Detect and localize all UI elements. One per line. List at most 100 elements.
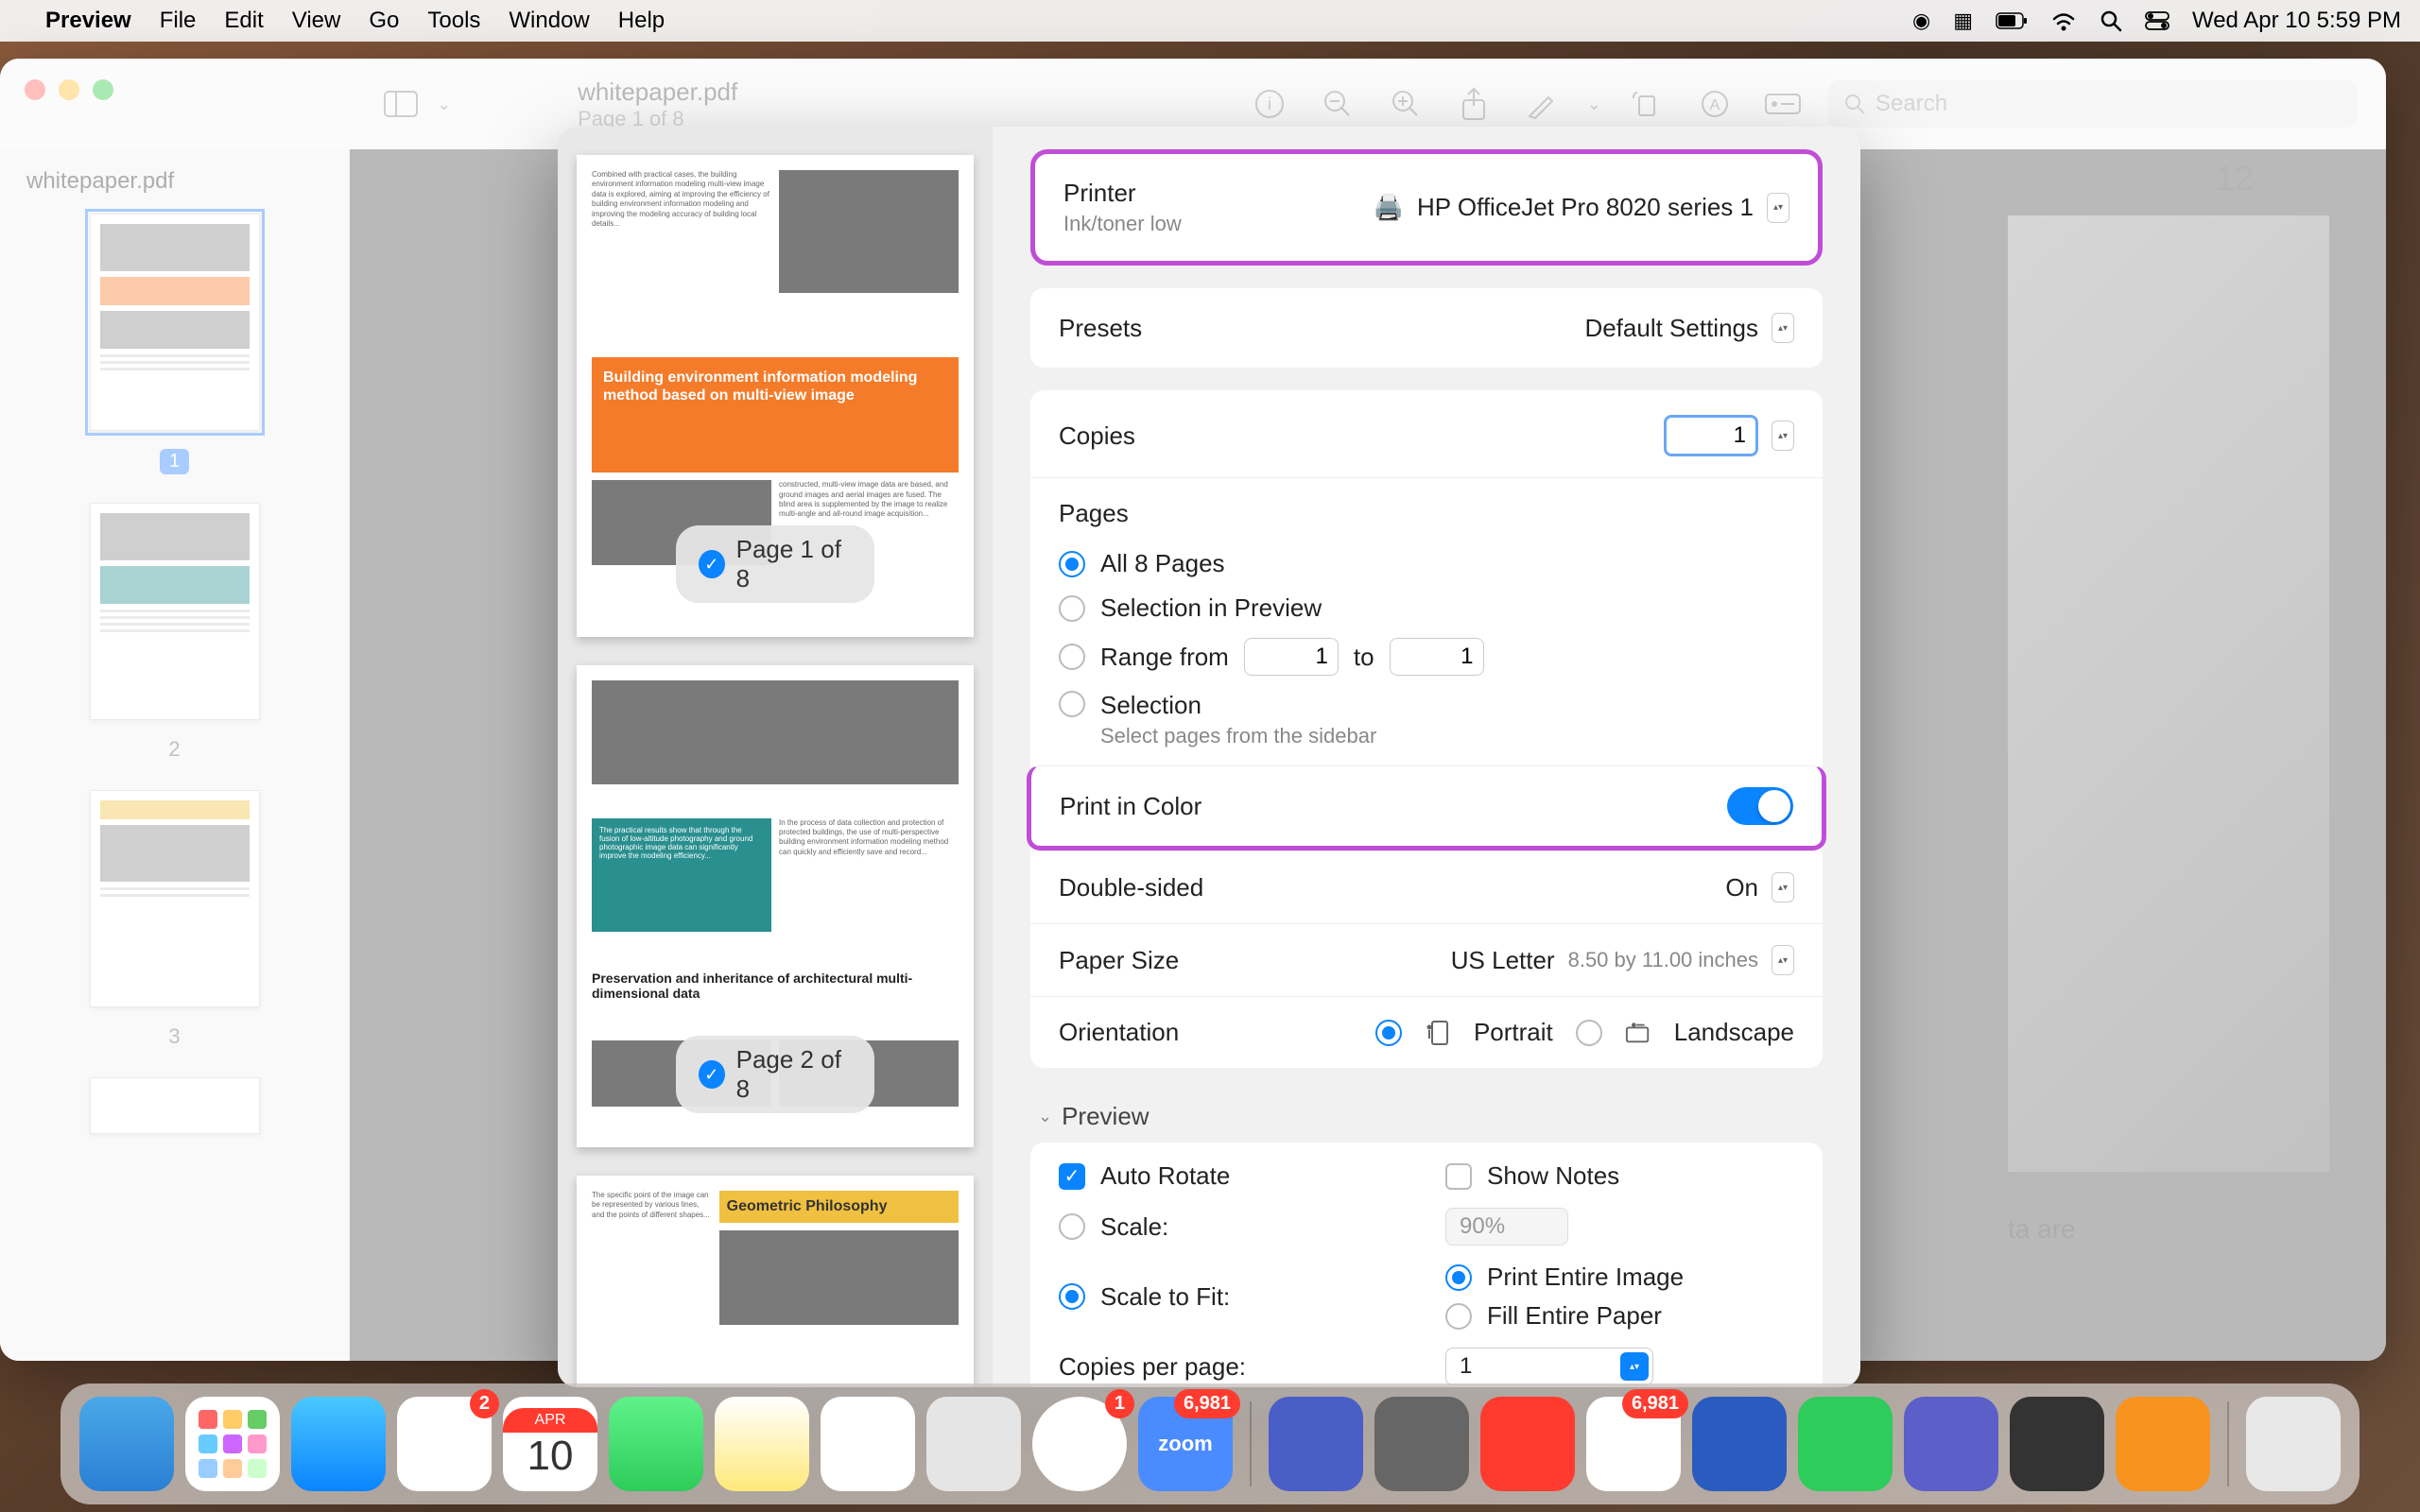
print-settings-column: Printer Ink/toner low 🖨️ HP OfficeJet Pr… xyxy=(993,127,1860,1387)
dock-settings[interactable] xyxy=(926,1397,1021,1491)
orientation-label: Orientation xyxy=(1059,1018,1179,1047)
print-preview-column: Combined with practical cases, the build… xyxy=(558,127,993,1387)
dock-app3[interactable] xyxy=(2010,1397,2104,1491)
presets-label: Presets xyxy=(1059,314,1142,343)
preview-options-group: Auto Rotate Show Notes Scale: Scale to F… xyxy=(1030,1143,1823,1387)
preview-page-3[interactable]: The specific point of the image can be r… xyxy=(577,1176,974,1387)
pages-range-label: Range from xyxy=(1100,643,1229,672)
scale-fit-label: Scale to Fit: xyxy=(1100,1282,1230,1312)
dock-zoom[interactable]: zoom6,981 xyxy=(1138,1397,1233,1491)
portrait-radio[interactable] xyxy=(1375,1020,1402,1046)
show-notes-checkbox[interactable] xyxy=(1445,1163,1472,1190)
itch-icon[interactable]: ▦ xyxy=(1953,9,1973,33)
color-toggle[interactable] xyxy=(1727,787,1793,825)
menu-edit[interactable]: Edit xyxy=(224,8,263,34)
preview-page-1-label: ✓Page 1 of 8 xyxy=(676,525,874,603)
control-center-icon[interactable] xyxy=(2145,11,2169,30)
updown-icon: ▴▾ xyxy=(1772,945,1794,975)
presets-group: Presets Default Settings ▴▾ xyxy=(1030,288,1823,368)
pages-selection-preview-radio[interactable] xyxy=(1059,595,1085,622)
copies-per-select[interactable]: 1▴▾ xyxy=(1445,1348,1653,1385)
double-sided-value: On xyxy=(1725,873,1758,902)
battery-icon[interactable] xyxy=(1996,12,2028,29)
printer-value: HP OfficeJet Pro 8020 series 1 xyxy=(1417,193,1754,222)
copies-label: Copies xyxy=(1059,421,1135,451)
updown-icon: ▴▾ xyxy=(1767,193,1789,223)
show-notes-label: Show Notes xyxy=(1487,1161,1619,1191)
dock-chrome[interactable]: 1 xyxy=(1032,1397,1127,1491)
paper-value: US Letter xyxy=(1451,946,1555,975)
scale-fit-radio[interactable] xyxy=(1059,1283,1085,1310)
print-entire-radio[interactable] xyxy=(1445,1264,1472,1291)
range-to-input[interactable] xyxy=(1390,638,1484,676)
menubar-clock[interactable]: Wed Apr 10 5:59 PM xyxy=(2192,8,2401,34)
menu-go[interactable]: Go xyxy=(369,8,399,34)
dock-finder[interactable] xyxy=(79,1397,174,1491)
preview-orange-title: Building environment information modelin… xyxy=(592,357,959,472)
menu-tools[interactable]: Tools xyxy=(427,8,480,34)
dock-safari[interactable] xyxy=(291,1397,386,1491)
paper-select[interactable]: US Letter 8.50 by 11.00 inches ▴▾ xyxy=(1451,945,1794,975)
preview-page-1[interactable]: Combined with practical cases, the build… xyxy=(577,155,974,637)
presets-select[interactable]: Default Settings ▴▾ xyxy=(1584,313,1794,343)
menu-help[interactable]: Help xyxy=(618,8,665,34)
copies-stepper[interactable]: ▴▾ xyxy=(1772,421,1794,451)
printer-group: Printer Ink/toner low 🖨️ HP OfficeJet Pr… xyxy=(1030,149,1823,266)
dock-excel[interactable] xyxy=(1798,1397,1893,1491)
pages-range-radio[interactable] xyxy=(1059,644,1085,670)
copies-input[interactable] xyxy=(1664,415,1758,456)
dock-calendar[interactable]: APR10 xyxy=(503,1397,597,1491)
printer-select[interactable]: 🖨️ HP OfficeJet Pro 8020 series 1 ▴▾ xyxy=(1374,193,1789,223)
menu-file[interactable]: File xyxy=(160,8,197,34)
portrait-icon xyxy=(1425,1020,1451,1046)
updown-icon: ▴▾ xyxy=(1772,872,1794,902)
wifi-icon[interactable] xyxy=(2050,10,2077,31)
paper-dims: 8.50 by 11.00 inches xyxy=(1568,948,1758,972)
auto-rotate-label: Auto Rotate xyxy=(1100,1161,1230,1191)
print-entire-label: Print Entire Image xyxy=(1487,1263,1684,1292)
pages-all-radio[interactable] xyxy=(1059,551,1085,577)
updown-icon: ▴▾ xyxy=(1772,313,1794,343)
dock-app4[interactable] xyxy=(2116,1397,2210,1491)
double-sided-select[interactable]: On ▴▾ xyxy=(1725,872,1794,902)
dock: 2 APR10 1 zoom6,981 6,981 xyxy=(60,1383,2360,1504)
fill-paper-label: Fill Entire Paper xyxy=(1487,1301,1662,1331)
pages-selection-hint: Select pages from the sidebar xyxy=(1100,724,1376,748)
printer-color-icon: 🖨️ xyxy=(1374,193,1404,222)
dock-teams[interactable] xyxy=(1904,1397,1998,1491)
app-name[interactable]: Preview xyxy=(45,8,131,34)
dock-acrobat[interactable] xyxy=(1480,1397,1575,1491)
select-arrows-icon: ▴▾ xyxy=(1620,1352,1649,1381)
grammarly-icon[interactable]: ◉ xyxy=(1912,9,1930,33)
dock-separator xyxy=(1250,1401,1252,1486)
preview-page-2-label: ✓Page 2 of 8 xyxy=(676,1036,874,1113)
chevron-down-icon: ⌄ xyxy=(1038,1107,1052,1126)
menubar: Preview File Edit View Go Tools Window H… xyxy=(0,0,2420,42)
dock-word[interactable] xyxy=(1692,1397,1787,1491)
menu-window[interactable]: Window xyxy=(509,8,589,34)
pages-selection-radio[interactable] xyxy=(1059,691,1085,717)
preview-page-2[interactable]: The practical results show that through … xyxy=(577,665,974,1147)
dock-launchpad[interactable] xyxy=(185,1397,280,1491)
dock-mail[interactable]: 6,981 xyxy=(1586,1397,1681,1491)
dock-messages[interactable] xyxy=(609,1397,703,1491)
pages-selection-label: Selection xyxy=(1100,691,1376,720)
spotlight-icon[interactable] xyxy=(2100,9,2122,32)
landscape-radio[interactable] xyxy=(1576,1020,1602,1046)
auto-rotate-checkbox[interactable] xyxy=(1059,1163,1085,1190)
dock-trash[interactable] xyxy=(2246,1397,2341,1491)
range-from-input[interactable] xyxy=(1244,638,1339,676)
preview-section-toggle[interactable]: ⌄Preview xyxy=(1030,1091,1823,1143)
scale-input[interactable] xyxy=(1445,1208,1568,1246)
dock-app2[interactable] xyxy=(1374,1397,1469,1491)
paper-label: Paper Size xyxy=(1059,946,1179,975)
dock-photos[interactable]: 2 xyxy=(397,1397,492,1491)
fill-paper-radio[interactable] xyxy=(1445,1303,1472,1330)
preview-teal-title: Preservation and inheritance of architec… xyxy=(592,965,959,1033)
dock-notes[interactable] xyxy=(715,1397,809,1491)
dock-freeform[interactable] xyxy=(821,1397,915,1491)
dock-app1[interactable] xyxy=(1269,1397,1363,1491)
printer-status: Ink/toner low xyxy=(1063,212,1182,236)
scale-radio[interactable] xyxy=(1059,1213,1085,1240)
menu-view[interactable]: View xyxy=(292,8,341,34)
